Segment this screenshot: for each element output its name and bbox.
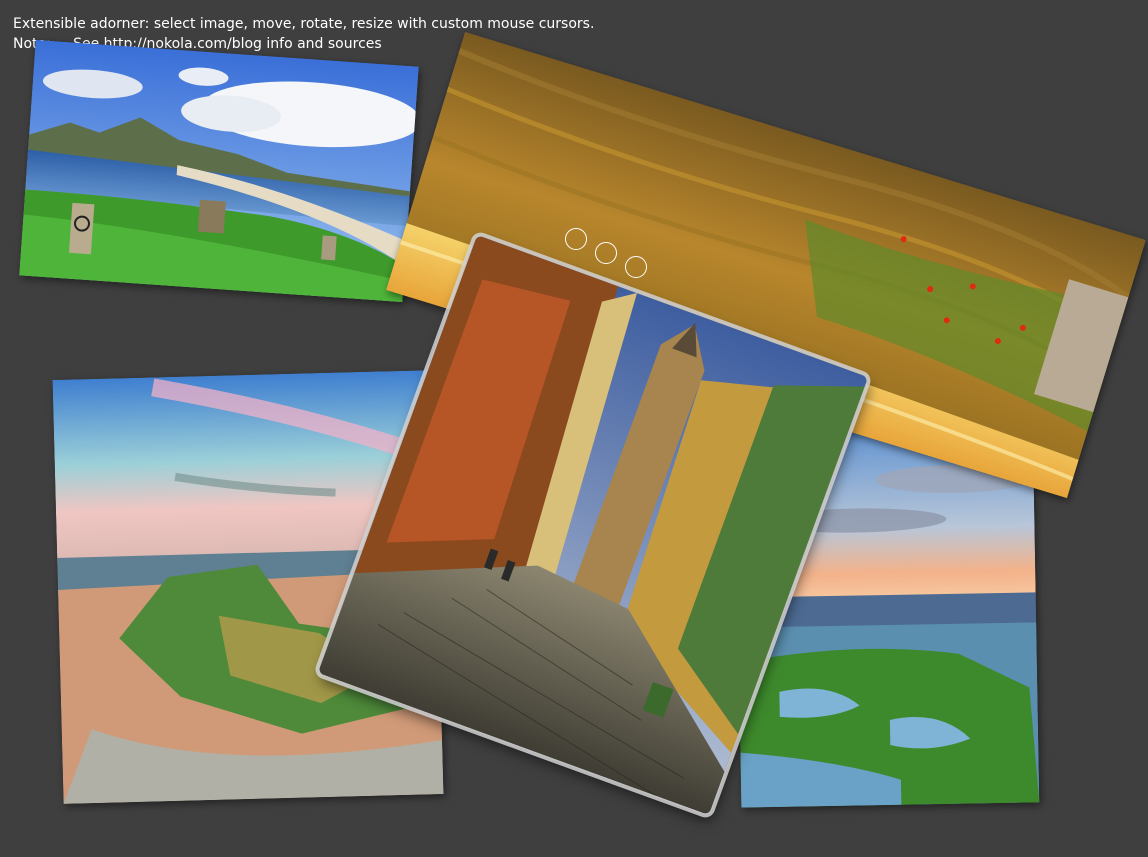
coastal-bay-image: [19, 39, 419, 303]
rotate-handle[interactable]: [565, 228, 587, 250]
photo-canvas[interactable]: Extensible adorner: select image, move, …: [0, 0, 1148, 857]
move-handle[interactable]: [625, 256, 647, 278]
photo-coastal-bay[interactable]: [19, 39, 419, 303]
resize-handle[interactable]: [595, 242, 617, 264]
info-line-1: Extensible adorner: select image, move, …: [13, 16, 595, 32]
